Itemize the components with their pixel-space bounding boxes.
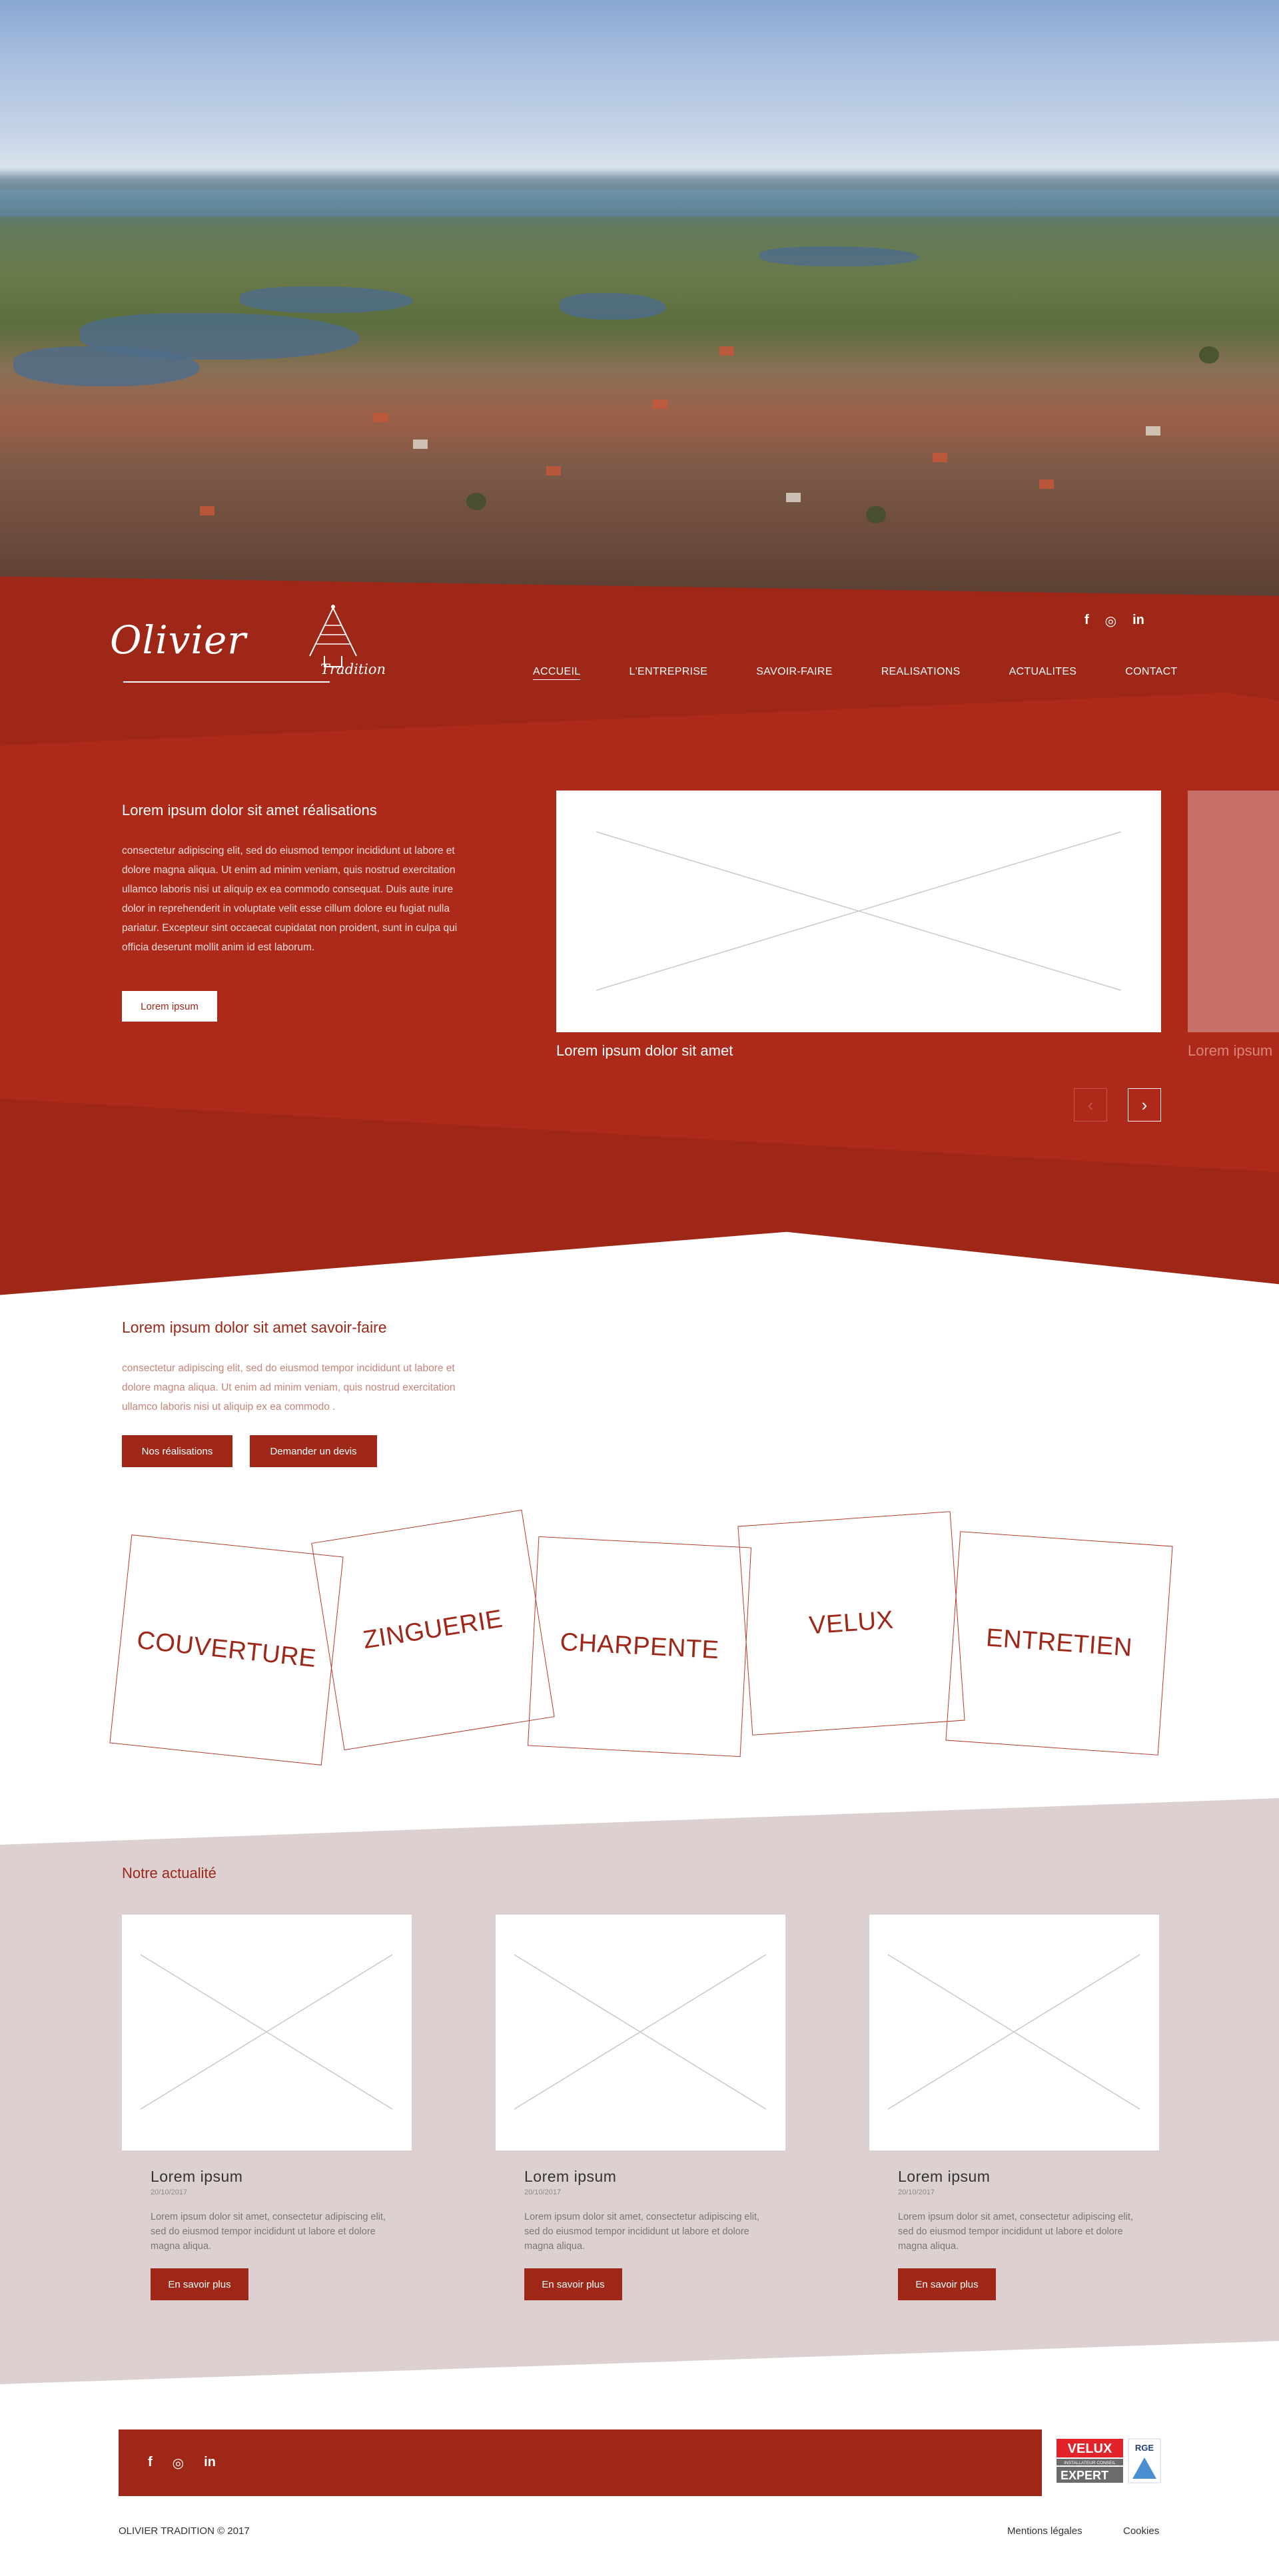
social-links-footer: f ◎ in <box>148 2455 216 2471</box>
news-card-image[interactable] <box>122 1915 412 2150</box>
hero-marsh <box>759 246 919 266</box>
nos-realisations-button[interactable]: Nos réalisations <box>122 1435 232 1467</box>
tile-label: ZINGUERIE <box>361 1604 505 1655</box>
realisations-button[interactable]: Lorem ipsum <box>122 991 217 1022</box>
news-card-body: Lorem ipsum dolor sit amet, consectetur … <box>151 2212 386 2252</box>
hero-roof <box>653 400 667 409</box>
slide-image[interactable] <box>556 791 1161 1032</box>
logo-name: Olivier <box>110 617 247 663</box>
logo-roof-icon <box>309 605 357 667</box>
slider-next-button[interactable]: › <box>1128 1088 1161 1122</box>
tile-label: CHARPENTE <box>559 1628 720 1665</box>
slide-caption: Lorem ipsum dolor sit amet <box>556 1042 733 1059</box>
image-placeholder-icon <box>140 1954 393 2110</box>
tile-entretien[interactable]: ENTRETIEN <box>945 1531 1173 1756</box>
badge-brand: VELUX <box>1068 2441 1112 2456</box>
tile-label: ENTRETIEN <box>985 1624 1134 1662</box>
hero-roof <box>786 493 801 502</box>
footer-bar <box>119 2429 1042 2496</box>
image-placeholder-icon <box>596 831 1122 991</box>
savoir-faire-title: Lorem ipsum dolor sit amet savoir-faire <box>122 1319 387 1336</box>
nav-actualites[interactable]: ACTUALITES <box>1009 666 1077 680</box>
facebook-icon[interactable]: f <box>148 2455 153 2471</box>
slider-prev-button[interactable]: ‹ <box>1074 1088 1107 1122</box>
instagram-icon[interactable]: ◎ <box>1105 613 1116 629</box>
tile-charpente[interactable]: CHARPENTE <box>527 1536 752 1758</box>
velux-expert-badge: VELUX INSTALLATEUR CONSEIL EXPERT RGE <box>1057 2438 1161 2483</box>
hero-marsh <box>560 293 666 320</box>
nav-realisations[interactable]: REALISATIONS <box>881 666 961 680</box>
savoir-faire-body: consectetur adipiscing elit, sed do eius… <box>122 1363 456 1413</box>
slide-image-next[interactable] <box>1188 791 1279 1032</box>
linkedin-icon[interactable]: in <box>204 2455 216 2471</box>
social-links-header: f ◎ in <box>1084 613 1144 629</box>
realisations-body: consectetur adipiscing elit, sed do eius… <box>122 845 458 953</box>
badge-rge: RGE <box>1135 2443 1154 2453</box>
tile-label: COUVERTURE <box>135 1626 318 1674</box>
nav-savoir-faire[interactable]: SAVOIR-FAIRE <box>756 666 832 680</box>
cookies-link[interactable]: Cookies <box>1123 2525 1159 2537</box>
facebook-icon[interactable]: f <box>1084 613 1089 629</box>
news-card-date: 20/10/2017 <box>524 2188 562 2196</box>
mentions-legales-link[interactable]: Mentions légales <box>1007 2525 1082 2537</box>
instagram-icon[interactable]: ◎ <box>173 2455 184 2471</box>
hero-sea <box>0 190 1279 216</box>
news-card-body: Lorem ipsum dolor sit amet, consectetur … <box>898 2212 1133 2252</box>
news-card-button[interactable]: En savoir plus <box>524 2268 622 2300</box>
nav-entreprise[interactable]: L'ENTREPRISE <box>629 666 707 680</box>
demander-devis-button[interactable]: Demander un devis <box>250 1435 377 1467</box>
news-card-image[interactable] <box>869 1915 1159 2150</box>
hero-roof <box>546 466 561 476</box>
hero-tree <box>1199 346 1219 364</box>
hero-aerial-photo <box>0 0 1279 599</box>
badge-level: EXPERT <box>1061 2469 1108 2482</box>
news-title: Notre actualité <box>122 1865 216 1881</box>
news-card-button[interactable]: En savoir plus <box>151 2268 248 2300</box>
news-card-title: Lorem ipsum <box>524 2168 617 2185</box>
copyright: OLIVIER TRADITION © 2017 <box>119 2525 250 2537</box>
hero-roof <box>1146 426 1160 436</box>
hero-roof <box>200 506 214 515</box>
logo[interactable]: Olivier Tradition <box>110 603 396 689</box>
slide-caption-next: Lorem ipsum <box>1188 1042 1273 1059</box>
main-nav: ACCUEIL L'ENTREPRISE SAVOIR-FAIRE REALIS… <box>533 666 1178 680</box>
news-card-body: Lorem ipsum dolor sit amet, consectetur … <box>524 2212 759 2252</box>
hero-tree <box>466 493 486 510</box>
hero-roof <box>373 413 388 422</box>
news-card-date: 20/10/2017 <box>151 2188 188 2196</box>
realisations-title: Lorem ipsum dolor sit amet réalisations <box>122 802 377 818</box>
hero-tree <box>866 506 886 523</box>
badge-tag: INSTALLATEUR CONSEIL <box>1064 2461 1116 2465</box>
nav-accueil[interactable]: ACCUEIL <box>533 666 581 680</box>
linkedin-icon[interactable]: in <box>1132 613 1144 629</box>
tile-zinguerie[interactable]: ZINGUERIE <box>311 1509 555 1751</box>
news-card-image[interactable] <box>496 1915 785 2150</box>
news-card-title: Lorem ipsum <box>151 2168 243 2185</box>
image-placeholder-icon <box>887 1954 1140 2110</box>
hero-roof <box>719 346 734 356</box>
news-card-button[interactable]: En savoir plus <box>898 2268 996 2300</box>
logo-underline <box>123 681 330 683</box>
news-card-title: Lorem ipsum <box>898 2168 991 2185</box>
image-placeholder-icon <box>514 1954 767 2110</box>
nav-contact[interactable]: CONTACT <box>1125 666 1177 680</box>
hero-roof <box>1039 480 1054 489</box>
tile-label: VELUX <box>808 1606 895 1640</box>
hero-roof <box>933 453 947 462</box>
hero-roof <box>413 440 428 449</box>
tile-velux[interactable]: VELUX <box>737 1511 965 1736</box>
news-card-date: 20/10/2017 <box>898 2188 935 2196</box>
hero-marsh <box>240 286 413 313</box>
tile-couverture[interactable]: COUVERTURE <box>109 1534 344 1766</box>
